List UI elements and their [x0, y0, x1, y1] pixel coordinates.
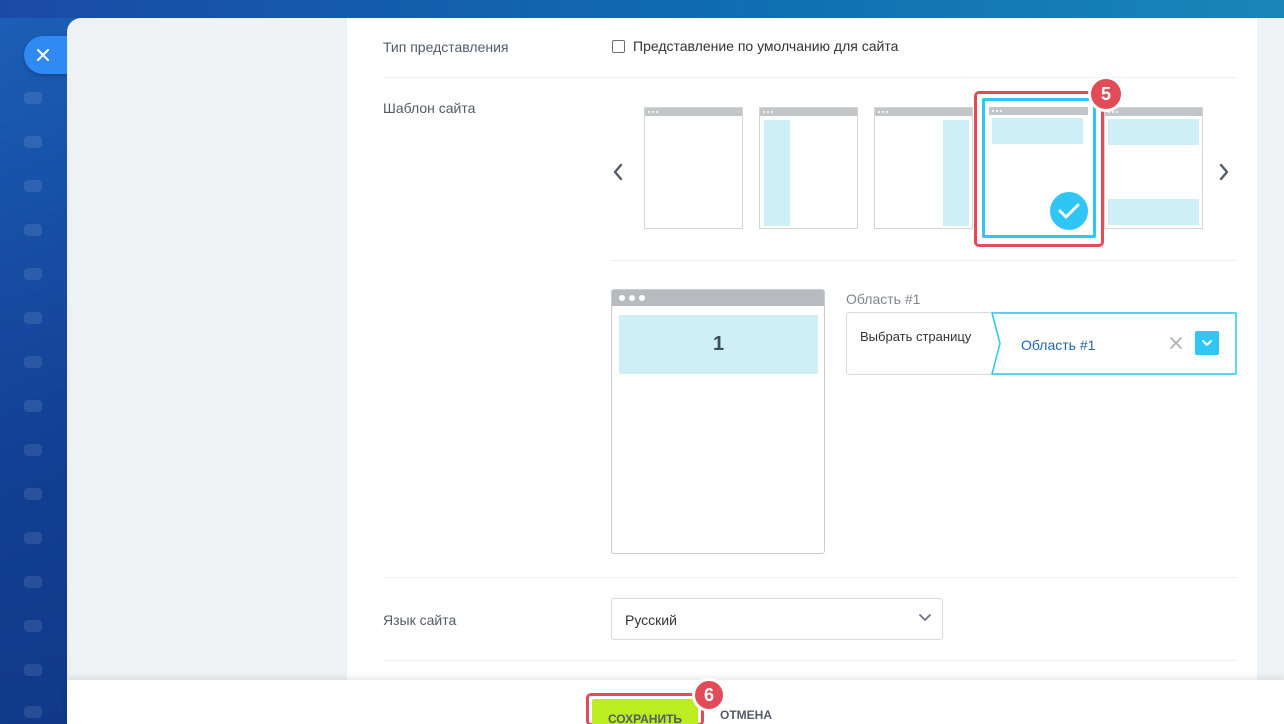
- template-thumb-left-sidebar[interactable]: [759, 107, 858, 229]
- template-thumb-right-sidebar[interactable]: [874, 107, 973, 229]
- rail-icon: [24, 444, 42, 456]
- template-next-button[interactable]: [1214, 160, 1234, 184]
- settings-slider: Тип представления Представление по умолч…: [67, 18, 1284, 724]
- cancel-button[interactable]: ОТМЕНА: [720, 708, 772, 722]
- area-dropdown-button[interactable]: [1195, 331, 1219, 355]
- rail-icon: [24, 356, 42, 368]
- rail-icon: [24, 136, 42, 148]
- area-selected-value[interactable]: Область #1: [1021, 337, 1095, 353]
- step-badge-6: 6: [692, 678, 726, 712]
- choose-page-label: Выбрать страницу: [860, 329, 972, 344]
- rail-icon: [24, 92, 42, 104]
- rail-icon: [24, 664, 42, 676]
- selected-check-badge: [1048, 190, 1090, 232]
- save-highlight: СОХРАНИТЬ: [586, 693, 704, 724]
- rail-icon: [24, 532, 42, 544]
- background-top: [0, 0, 1284, 18]
- settings-panel: Тип представления Представление по умолч…: [347, 18, 1257, 724]
- divider: [611, 260, 1236, 261]
- site-language-select[interactable]: Русский: [611, 598, 943, 640]
- chevron-right-icon: [1219, 163, 1229, 181]
- site-language-value: Русский: [625, 612, 677, 628]
- preview-area-1: 1: [619, 315, 818, 374]
- step-badge-5: 5: [1088, 76, 1124, 112]
- template-prev-button[interactable]: [608, 160, 628, 184]
- template-thumb-header-footer[interactable]: [1104, 107, 1203, 229]
- site-template-label: Шаблон сайта: [383, 100, 476, 116]
- close-icon: [1170, 337, 1182, 349]
- view-type-label: Тип представления: [383, 39, 509, 55]
- rail-icon: [24, 576, 42, 588]
- area-page-selector[interactable]: Выбрать страницу Область #1: [846, 312, 1237, 375]
- rail-icon: [24, 400, 42, 412]
- divider: [383, 660, 1236, 661]
- default-view-option[interactable]: Представление по умолчанию для сайта: [612, 38, 898, 54]
- chevron-down-icon: [919, 614, 931, 621]
- save-button[interactable]: СОХРАНИТЬ: [592, 699, 698, 724]
- rail-icon: [24, 706, 42, 718]
- rail-icon: [24, 180, 42, 192]
- layout-preview: 1: [611, 289, 825, 554]
- area-title: Область #1: [846, 291, 921, 307]
- left-rail: [0, 0, 67, 724]
- clear-area-button[interactable]: [1167, 333, 1185, 353]
- rail-icon: [24, 620, 42, 632]
- chevron-down-icon: [1202, 340, 1212, 346]
- default-view-checkbox-label[interactable]: Представление по умолчанию для сайта: [633, 38, 898, 54]
- close-icon: [37, 49, 49, 61]
- close-slider-button[interactable]: [24, 36, 68, 74]
- template-thumb-empty[interactable]: [644, 107, 743, 229]
- footer-bar: СОХРАНИТЬ 6 ОТМЕНА: [67, 678, 1284, 724]
- rail-icon: [24, 268, 42, 280]
- default-view-checkbox[interactable]: [612, 39, 625, 53]
- rail-icon: [24, 312, 42, 324]
- preview-titlebar: [612, 290, 824, 306]
- rail-icon: [24, 224, 42, 236]
- chevron-left-icon: [613, 163, 623, 181]
- rail-icon: [24, 488, 42, 500]
- check-icon: [1058, 203, 1080, 219]
- site-language-label: Язык сайта: [383, 612, 457, 628]
- divider: [383, 577, 1236, 578]
